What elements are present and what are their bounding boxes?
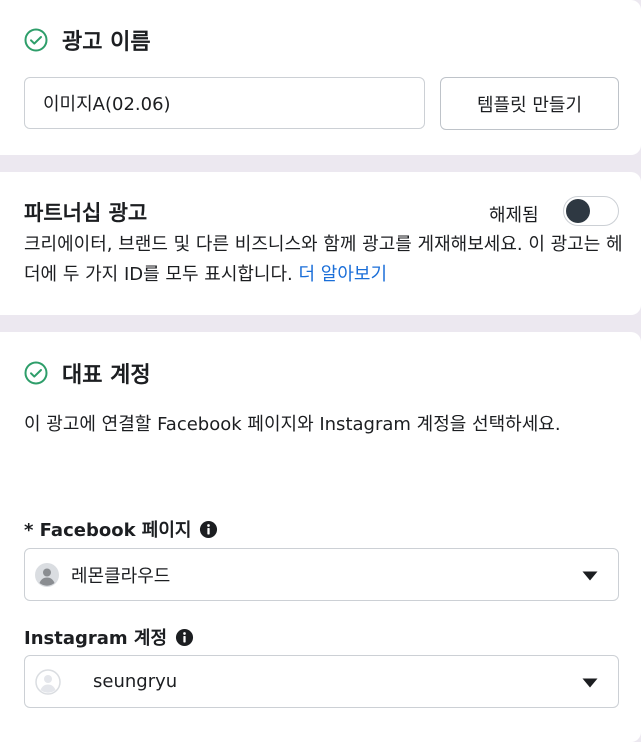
person-avatar-icon — [35, 562, 59, 587]
check-circle-icon — [24, 361, 48, 385]
info-icon[interactable] — [175, 628, 194, 647]
caret-down-icon — [582, 678, 598, 688]
info-icon[interactable] — [199, 520, 218, 539]
facebook-page-select[interactable]: 레몬클라우드 — [24, 548, 619, 601]
facebook-page-label-text: * Facebook 페이지 — [24, 520, 192, 541]
caret-down-icon — [582, 571, 598, 581]
partnership-description: 크리에이터, 브랜드 및 다른 비즈니스와 함께 광고를 게재해보세요. 이 광… — [24, 230, 624, 290]
instagram-account-label-text: Instagram 계정 — [24, 628, 168, 649]
instagram-account-select[interactable]: seungryu — [24, 655, 619, 708]
ad-name-title: 광고 이름 — [62, 30, 151, 55]
partnership-ad-card: 파트너십 광고 해제됨 크리에이터, 브랜드 및 다른 비즈니스와 함께 광고를… — [0, 172, 641, 315]
learn-more-link[interactable]: 더 알아보기 — [299, 264, 388, 285]
check-circle-icon — [24, 28, 48, 52]
toggle-knob — [566, 199, 590, 223]
identity-header: 대표 계정 — [24, 357, 151, 389]
ad-name-header: 광고 이름 — [24, 24, 151, 56]
partnership-toggle[interactable] — [563, 196, 619, 226]
ad-name-input[interactable]: 이미지A(02.06) — [24, 77, 425, 129]
partnership-ad-title: 파트너십 광고 — [24, 201, 148, 225]
ad-name-card: 광고 이름 이미지A(02.06) 템플릿 만들기 — [0, 0, 641, 155]
identity-card: 대표 계정 이 광고에 연결할 Facebook 페이지와 Instagram … — [0, 332, 641, 742]
identity-title: 대표 계정 — [62, 363, 151, 388]
toggle-status-label: 해제됨 — [489, 205, 539, 226]
facebook-page-value: 레몬클라우드 — [71, 565, 171, 587]
create-template-button[interactable]: 템플릿 만들기 — [440, 77, 619, 130]
identity-description: 이 광고에 연결할 Facebook 페이지와 Instagram 계정을 선택… — [24, 414, 561, 435]
instagram-account-value: seungryu — [93, 671, 178, 692]
ad-name-input-value: 이미지A(02.06) — [43, 94, 171, 115]
facebook-page-label: * Facebook 페이지 — [24, 516, 218, 542]
instagram-account-label: Instagram 계정 — [24, 624, 194, 650]
person-avatar-outline-icon — [35, 668, 61, 695]
